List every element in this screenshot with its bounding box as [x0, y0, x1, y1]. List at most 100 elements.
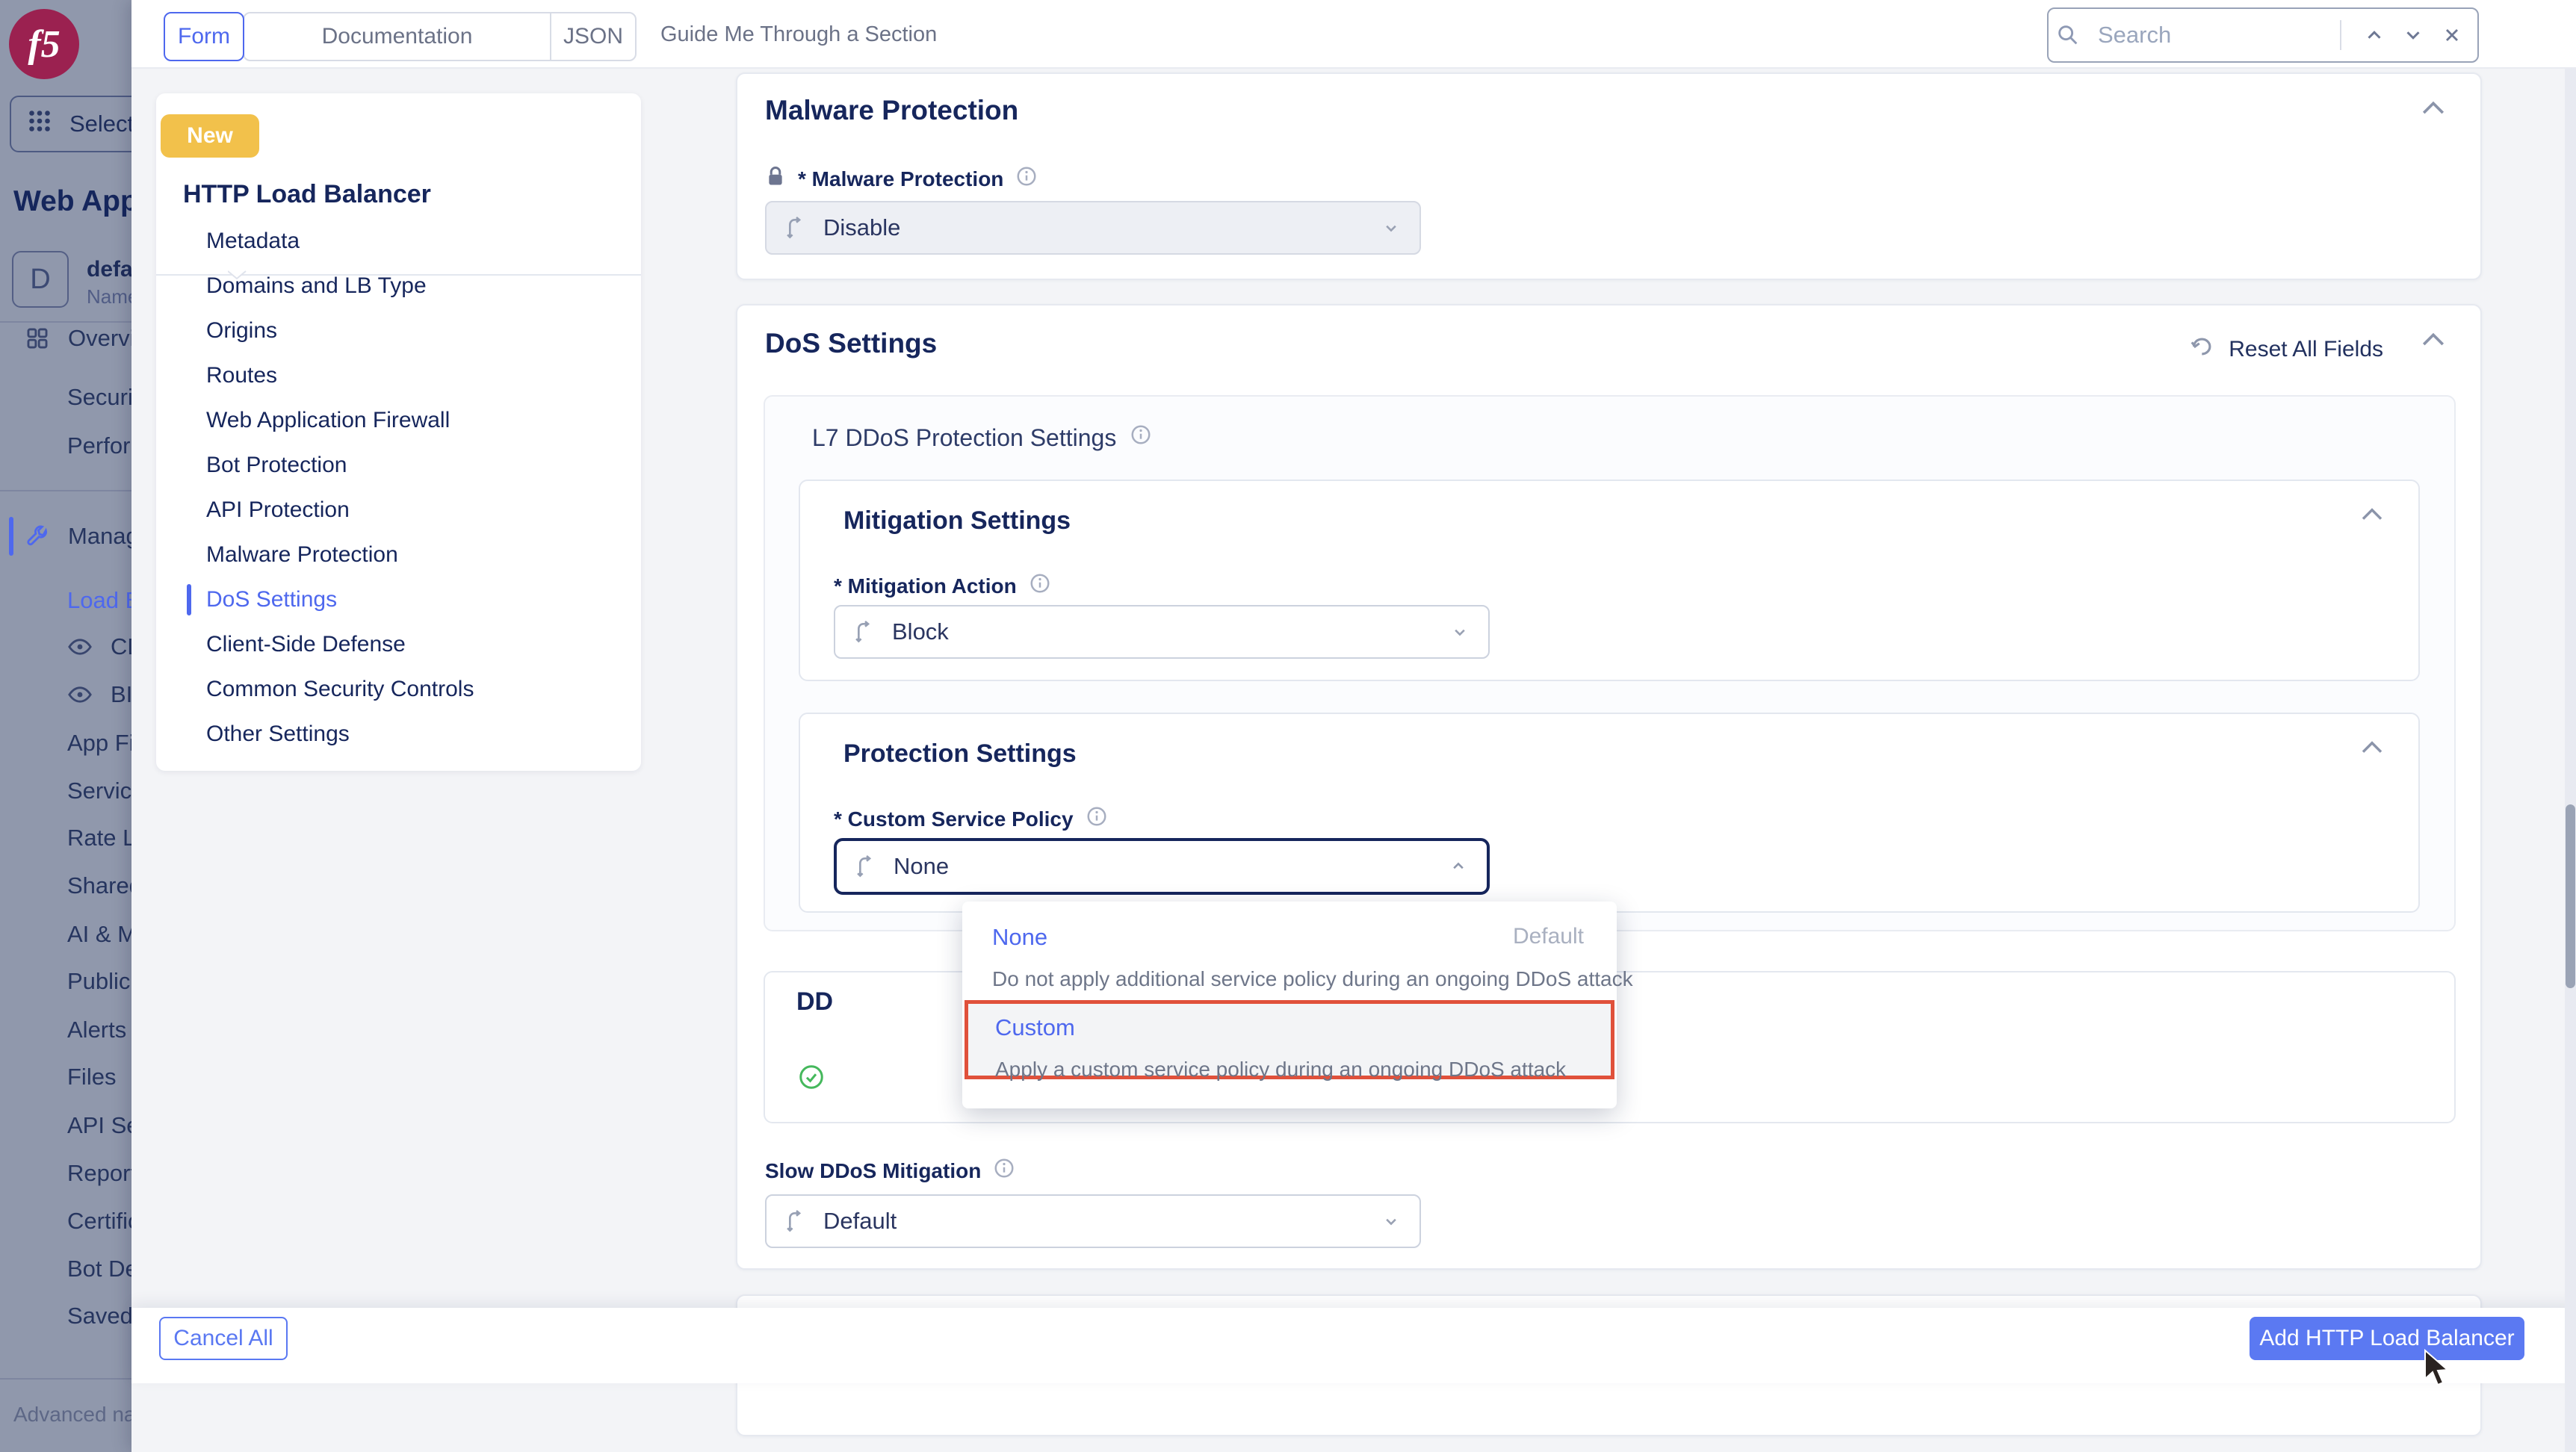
info-icon[interactable]	[1130, 424, 1152, 452]
sidebar-item-api-se[interactable]: API Se	[67, 1102, 131, 1149]
collapse-chevron-icon[interactable]	[2360, 506, 2384, 525]
form-nav-item-metadata[interactable]: Metadata	[156, 219, 641, 264]
form-nav-item-bot-protection[interactable]: Bot Protection	[156, 443, 641, 488]
advanced-nav-toggle[interactable]: Advanced nav	[13, 1403, 131, 1427]
f5-logo: f5	[9, 9, 79, 79]
sidebar-item-label: Files	[67, 1064, 116, 1090]
sidebar-item-label: Bot De	[67, 1256, 131, 1282]
sidebar-item-label: API Se	[67, 1112, 131, 1139]
guide-me-link[interactable]: Guide Me Through a Section	[660, 22, 937, 47]
sidebar-item-alerts[interactable]: Alerts	[67, 1007, 131, 1053]
form-nav-item-client-side-defense[interactable]: Client-Side Defense	[156, 622, 641, 667]
chevron-up-icon	[1448, 856, 1469, 877]
sidebar-item-label: Certific	[67, 1208, 131, 1235]
scrollbar-track[interactable]	[2565, 69, 2576, 1452]
menu-option-custom[interactable]: Custom Apply a custom service policy dur…	[965, 1000, 1614, 1079]
namespace-name: default	[87, 257, 131, 282]
mitigation-action-label: * Mitigation Action	[834, 572, 1051, 600]
sidebar-item-rate-li[interactable]: Rate Li	[67, 815, 131, 861]
eye-icon	[67, 686, 93, 704]
card-title: Protection Settings	[843, 739, 1077, 769]
sidebar-item-label: Load B	[67, 587, 131, 614]
info-icon[interactable]	[993, 1157, 1015, 1185]
form-nav-item-api-protection[interactable]: API Protection	[156, 488, 641, 533]
sidebar-item-manag[interactable]: Manag	[25, 513, 131, 559]
search-prev-icon[interactable]	[2355, 16, 2394, 55]
l7-panel-title: L7 DDoS Protection Settings	[812, 424, 1152, 452]
search-close-icon[interactable]	[2433, 16, 2471, 55]
sidebar-item-app-fir[interactable]: App Fir	[67, 720, 131, 766]
info-icon[interactable]	[1015, 165, 1038, 193]
add-http-load-balancer-button[interactable]: Add HTTP Load Balancer	[2250, 1317, 2524, 1360]
sidebar-item-service[interactable]: Service	[67, 768, 131, 814]
slow-ddos-select[interactable]: Default	[765, 1194, 1421, 1248]
ddos-card-title-partial: DD	[796, 987, 833, 1017]
section-title: Malware Protection	[765, 95, 1018, 126]
reset-icon	[2190, 334, 2215, 365]
collapse-chevron-icon[interactable]	[2360, 739, 2384, 758]
cancel-all-button[interactable]: Cancel All	[159, 1317, 288, 1360]
mitigation-action-select[interactable]: Block	[834, 605, 1490, 659]
custom-service-policy-select[interactable]: None	[834, 838, 1490, 895]
namespace-selector[interactable]: D default Namesp	[12, 251, 131, 309]
info-icon[interactable]	[1029, 572, 1051, 600]
option-description: Do not apply additional service policy d…	[992, 967, 1587, 991]
custom-service-policy-label: * Custom Service Policy	[834, 805, 1108, 833]
branch-icon	[852, 620, 876, 644]
section-title: DoS Settings	[765, 328, 937, 359]
sidebar-item-report[interactable]: Report	[67, 1150, 131, 1197]
sidebar-item-load-b[interactable]: Load B	[67, 577, 131, 624]
http-lb-modal: Documentation JSON Form Guide Me Through…	[131, 0, 2576, 1452]
tab-json[interactable]: JSON	[550, 12, 637, 61]
dos-settings-section: DoS Settings Reset All Fields L7 DDoS Pr…	[736, 304, 2482, 1270]
sidebar-item-perform[interactable]: Perform	[67, 423, 131, 469]
sidebar-item-public[interactable]: Public	[67, 958, 131, 1005]
sidebar-item-cdn[interactable]: CDN	[67, 624, 131, 670]
menu-option-none[interactable]: None Default Do not apply additional ser…	[962, 902, 1617, 1000]
form-nav-item-malware-protection[interactable]: Malware Protection	[156, 533, 641, 577]
collapse-chevron-icon[interactable]	[2421, 99, 2446, 120]
sidebar-item-label: Perform	[67, 432, 131, 459]
reset-all-fields-button[interactable]: Reset All Fields	[2190, 334, 2383, 365]
lock-icon	[765, 165, 786, 193]
sidebar-item-ai-m[interactable]: AI & M	[67, 911, 131, 958]
sidebar-item-bot-de[interactable]: Bot De	[67, 1246, 131, 1292]
workspace-title: Web App	[13, 185, 131, 218]
sidebar-item-label: Saved	[67, 1303, 131, 1330]
chevron-down-icon	[1449, 621, 1470, 642]
sidebar-item-files[interactable]: Files	[67, 1054, 131, 1100]
tab-documentation[interactable]: Documentation	[243, 12, 551, 61]
search-box[interactable]: Search	[2047, 7, 2479, 63]
search-placeholder: Search	[2098, 22, 2340, 49]
select-value: None	[894, 853, 949, 880]
select-value: Default	[823, 1208, 897, 1235]
form-nav-item-domains-and-lb-type[interactable]: Domains and LB Type	[156, 264, 641, 308]
form-nav-item-dos-settings[interactable]: DoS Settings	[156, 577, 641, 622]
scrollbar-thumb[interactable]	[2566, 804, 2575, 988]
sidebar-divider	[0, 490, 131, 491]
sidebar-item-overvi[interactable]: Overvi	[25, 315, 131, 362]
mitigation-settings-card: Mitigation Settings * Mitigation Action	[799, 480, 2420, 681]
form-nav-item-other-settings[interactable]: Other Settings	[156, 712, 641, 757]
info-icon[interactable]	[1086, 805, 1108, 833]
collapse-chevron-icon[interactable]	[2421, 331, 2446, 351]
active-indicator-bar	[9, 517, 13, 556]
form-nav-item-origins[interactable]: Origins	[156, 308, 641, 353]
malware-field-label: * Malware Protection	[765, 165, 1038, 193]
sidebar-item-securit[interactable]: Securit	[67, 374, 131, 421]
sidebar-item-certific[interactable]: Certific	[67, 1198, 131, 1244]
sidebar-item-big[interactable]: BIG	[67, 671, 131, 718]
app-root: f5 Select W Web App D default Namesp Ove…	[0, 0, 2576, 1452]
sidebar-item-saved[interactable]: Saved	[67, 1293, 131, 1339]
form-nav-item-common-security-controls[interactable]: Common Security Controls	[156, 667, 641, 712]
select-workspace-label: Select W	[69, 111, 131, 137]
search-next-icon[interactable]	[2394, 16, 2433, 55]
mouse-cursor	[2422, 1349, 2456, 1392]
form-nav-item-routes[interactable]: Routes	[156, 353, 641, 398]
sidebar-item-shared[interactable]: Shared	[67, 863, 131, 909]
tab-form[interactable]: Form	[164, 12, 244, 61]
modal-content: New HTTP Load Balancer MetadataDomains a…	[131, 69, 2576, 1452]
select-workspace-button[interactable]: Select W	[10, 96, 131, 152]
malware-protection-select[interactable]: Disable	[765, 201, 1421, 255]
form-nav-item-web-application-firewall[interactable]: Web Application Firewall	[156, 398, 641, 443]
